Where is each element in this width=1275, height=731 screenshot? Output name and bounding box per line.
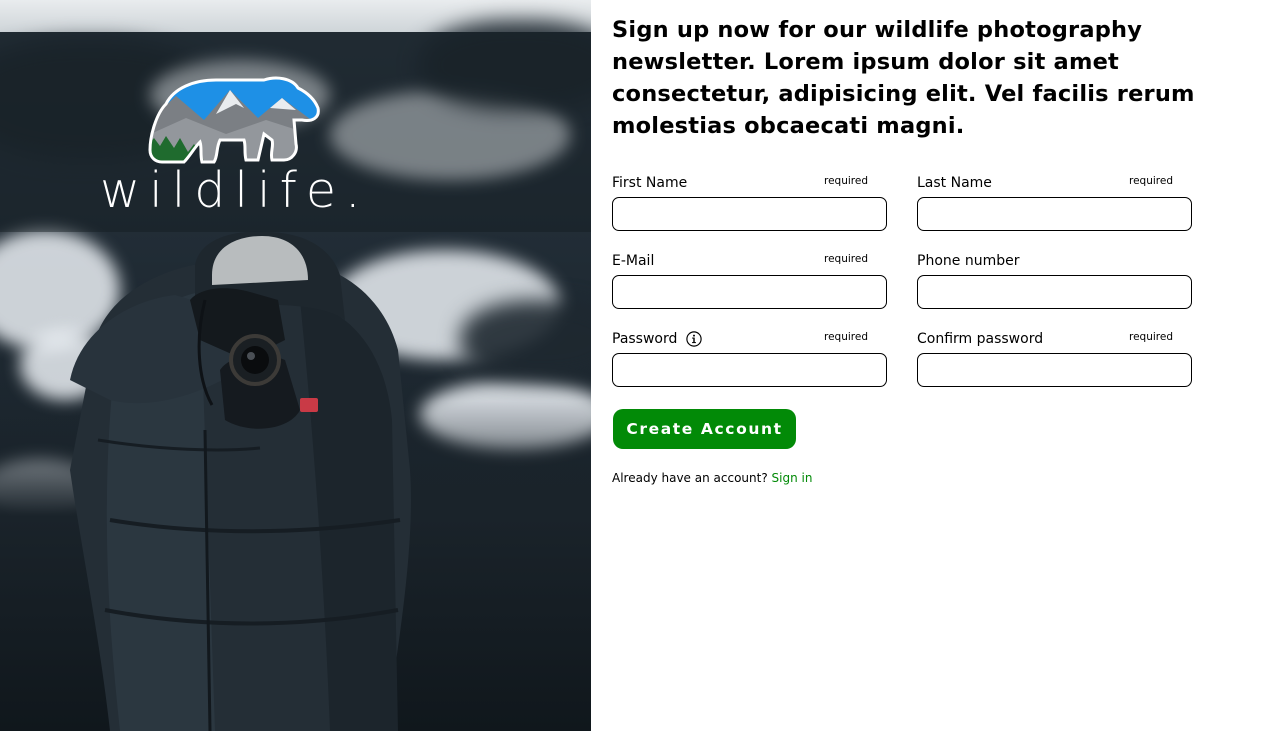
signin-prompt: Already have an account? Sign in xyxy=(612,471,812,485)
signup-page: wildlife. Sign up now for our wildlife p… xyxy=(0,0,1275,731)
bear-mountain-icon xyxy=(148,76,320,164)
email-required: required xyxy=(824,253,868,265)
logo-wordmark: wildlife. xyxy=(100,162,370,219)
first-name-label: First Name xyxy=(612,175,688,191)
confirm-password-field: Confirm password required xyxy=(917,329,1192,387)
page-title: Sign up now for our wildlife photography… xyxy=(612,17,1195,139)
first-name-field: First Name required xyxy=(612,173,887,231)
email-label: E-Mail xyxy=(612,253,655,269)
create-account-button[interactable]: Create Account xyxy=(613,409,796,449)
phone-label: Phone number xyxy=(917,253,1020,269)
password-label: Password xyxy=(612,331,678,347)
signin-link[interactable]: Sign in xyxy=(772,471,813,485)
phone-input[interactable] xyxy=(917,275,1192,309)
email-input[interactable] xyxy=(612,275,887,309)
hero-photo: wildlife. xyxy=(0,0,591,731)
last-name-required: required xyxy=(1129,175,1173,187)
confirm-password-label: Confirm password xyxy=(917,331,1044,347)
last-name-label: Last Name xyxy=(917,175,992,191)
first-name-input[interactable] xyxy=(612,197,887,231)
confirm-password-input[interactable] xyxy=(917,353,1192,387)
password-input[interactable] xyxy=(612,353,887,387)
email-field: E-Mail required xyxy=(612,251,887,309)
info-icon[interactable] xyxy=(686,331,703,347)
first-name-required: required xyxy=(824,175,868,187)
last-name-field: Last Name required xyxy=(917,173,1192,231)
phone-field: Phone number xyxy=(917,251,1192,309)
password-label-group: Password xyxy=(612,331,703,347)
confirm-password-required: required xyxy=(1129,331,1173,343)
signin-prompt-text: Already have an account? xyxy=(612,471,768,485)
password-required: required xyxy=(824,331,868,343)
password-field: Password required xyxy=(612,329,887,387)
last-name-input[interactable] xyxy=(917,197,1192,231)
